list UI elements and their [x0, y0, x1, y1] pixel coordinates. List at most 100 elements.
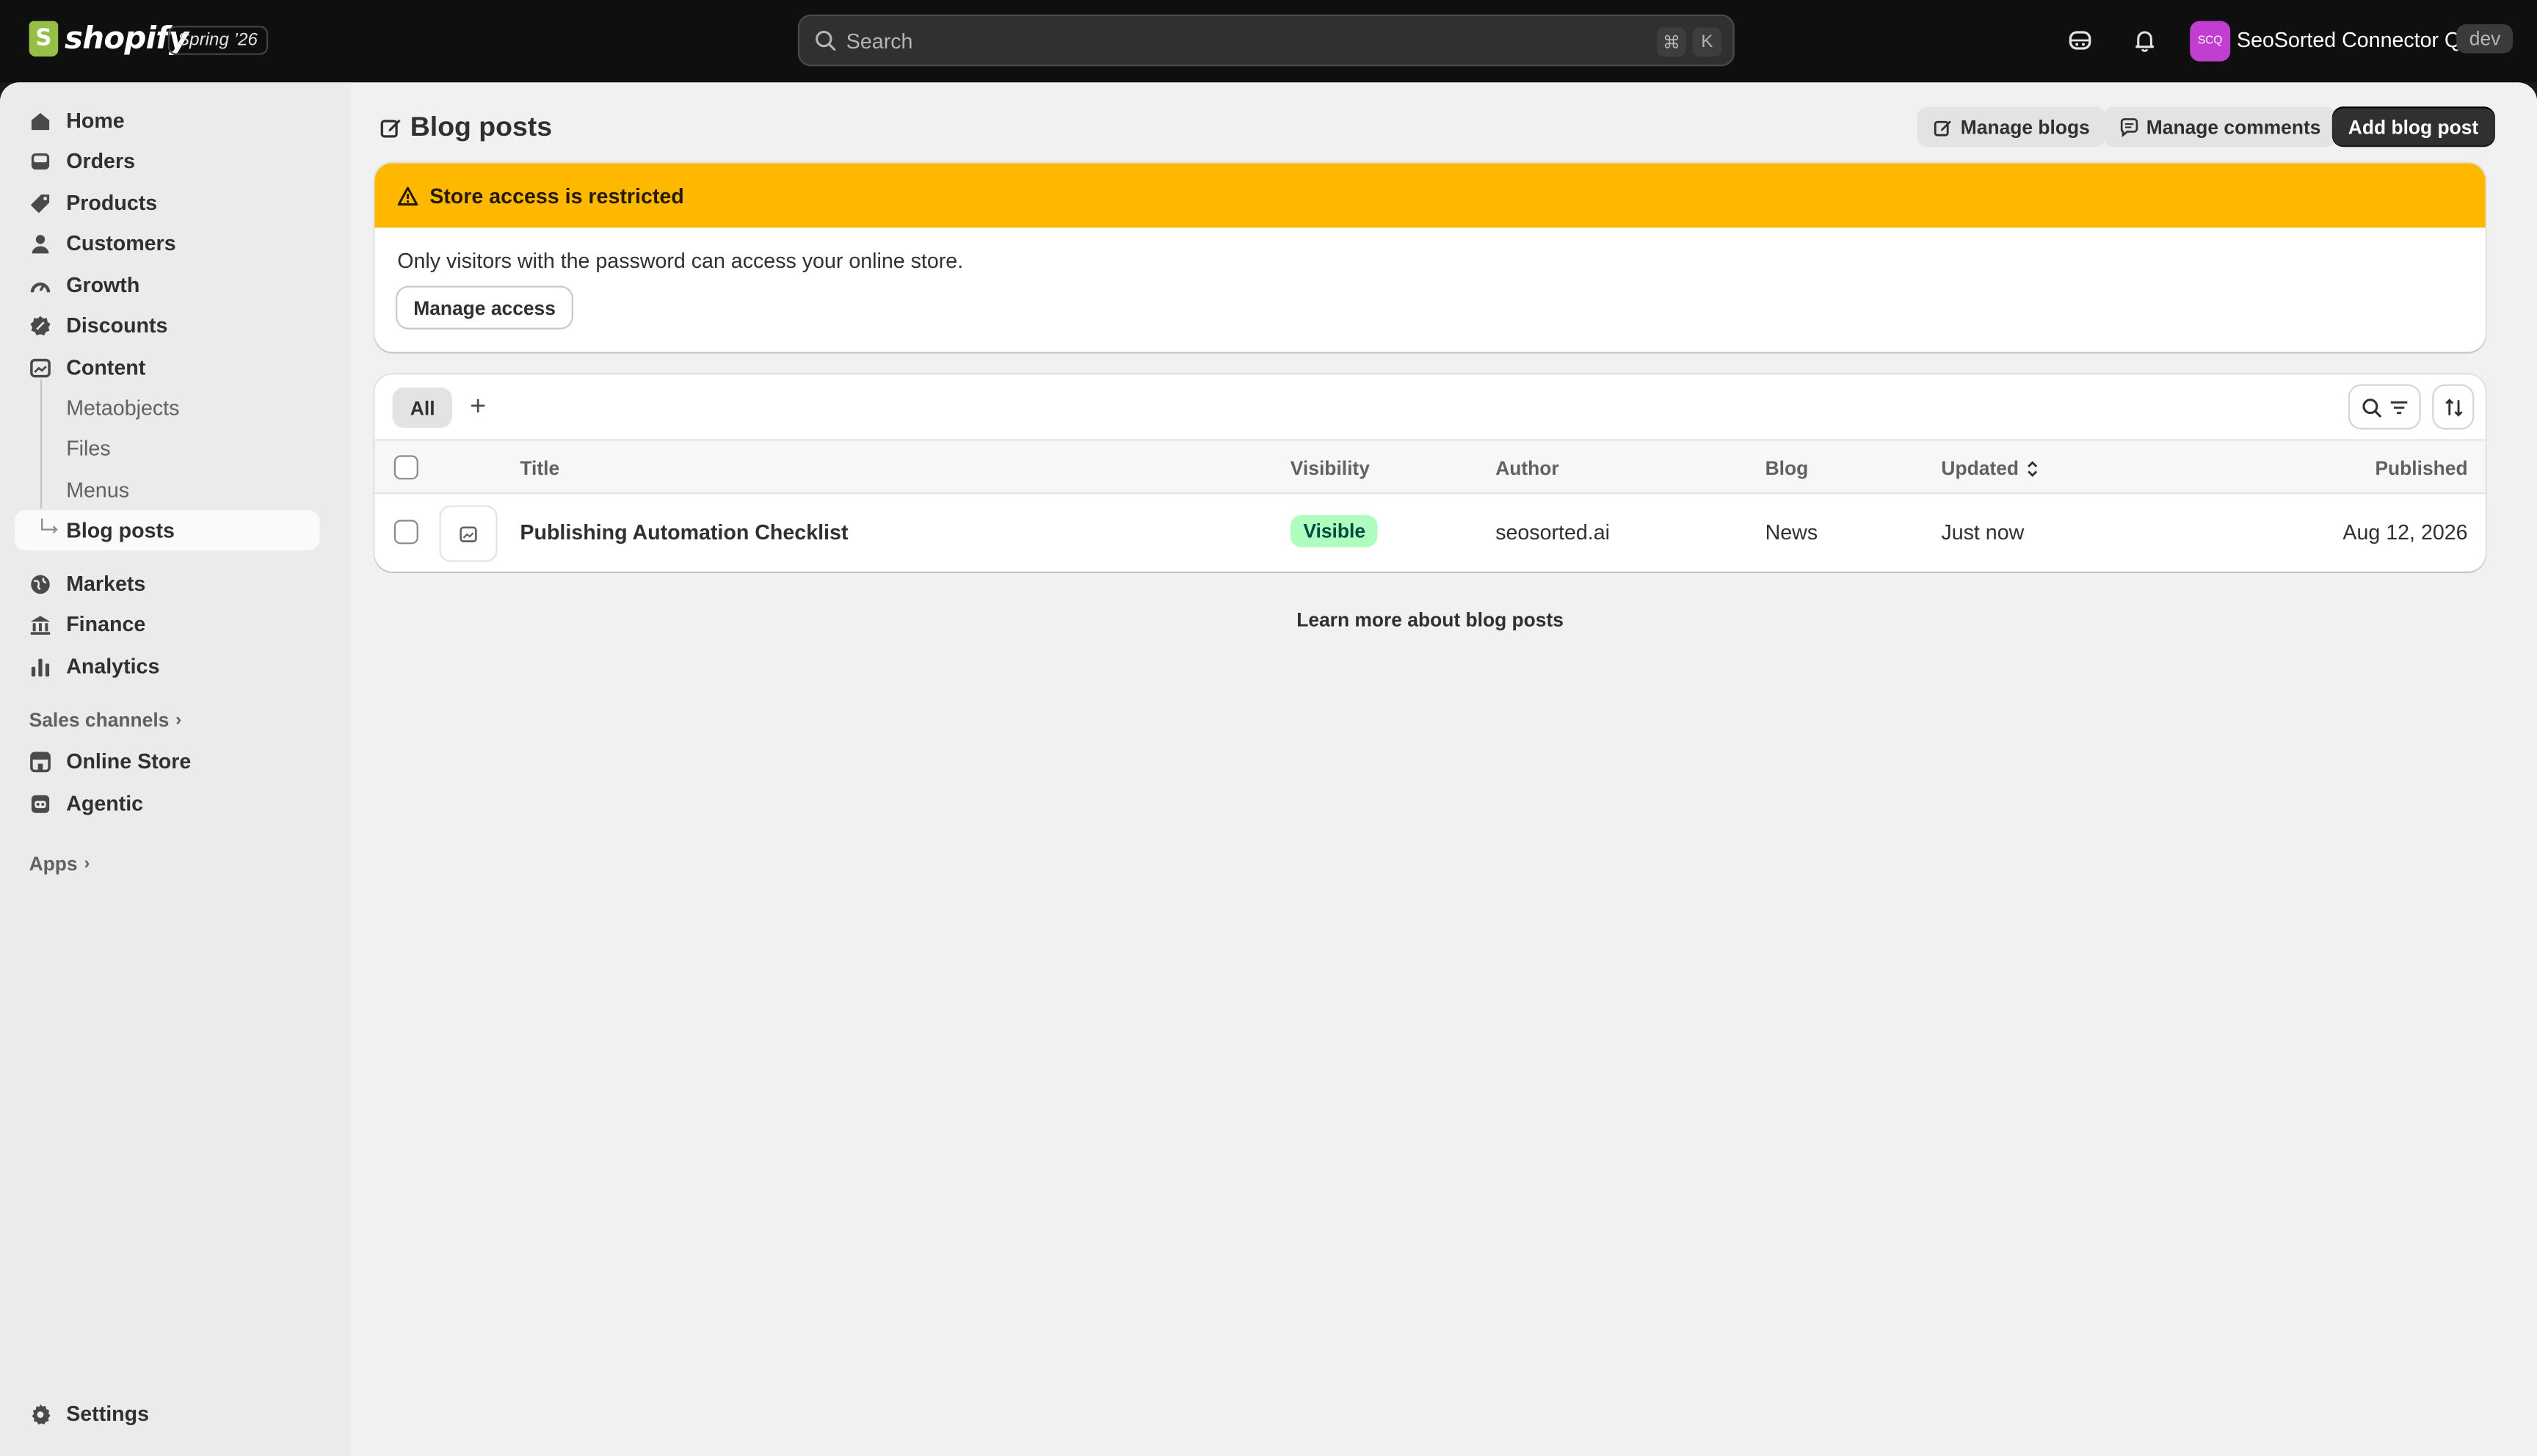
sidebar-item-label: Blog posts	[66, 518, 175, 543]
banner-title: Store access is restricted	[429, 183, 684, 208]
visibility-badge: Visible	[1290, 514, 1379, 547]
top-bar: shopify Spring ’26 Search ⌘ K SCQ SeoSor…	[0, 0, 2537, 83]
row-checkbox[interactable]	[393, 520, 418, 545]
table-row[interactable]: Publishing Automation Checklist Visible …	[374, 494, 2485, 572]
post-thumbnail	[439, 505, 498, 562]
manage-access-button[interactable]: Manage access	[397, 287, 572, 328]
post-title[interactable]: Publishing Automation Checklist	[520, 520, 848, 544]
bar-chart-icon	[29, 655, 52, 677]
tag-icon	[29, 192, 52, 214]
sidebar-item-label: Online Store	[66, 749, 192, 774]
shopify-logo[interactable]: shopify	[29, 21, 189, 57]
manage-comments-label: Manage comments	[2146, 115, 2321, 139]
apps-header[interactable]: Apps ›	[29, 853, 90, 876]
select-all-checkbox[interactable]	[393, 455, 418, 480]
add-view-button[interactable]: +	[465, 390, 491, 423]
sidebar-item-products[interactable]: Products	[15, 183, 320, 223]
sidebar-item-label: Growth	[66, 272, 140, 297]
store-avatar[interactable]: SCQ	[2190, 21, 2231, 62]
store-name[interactable]: SeoSorted Connector QA	[2237, 27, 2475, 51]
sidebar-item-label: Finance	[66, 611, 146, 636]
shortcut-cmd-key: ⌘	[1657, 27, 1686, 57]
learn-more-link[interactable]: Learn more about blog posts	[374, 608, 2485, 631]
table-header: Title Visibility Author Blog Updated Pub…	[374, 440, 2486, 495]
sidebar-item-agentic[interactable]: Agentic	[15, 783, 320, 823]
sidebar-item-discounts[interactable]: Discounts	[15, 305, 320, 346]
sidebar-item-label: Customers	[66, 230, 176, 255]
inbox-icon	[29, 150, 52, 172]
sidebar-item-label: Orders	[66, 148, 136, 173]
page-title: Blog posts	[380, 112, 552, 144]
store-icon	[29, 750, 52, 773]
blog-posts-table-card: All + Title Visibility Author Blog Updat…	[374, 374, 2486, 572]
sidebar-item-customers[interactable]: Customers	[15, 223, 320, 263]
add-blog-post-button[interactable]: Add blog post	[2331, 106, 2495, 148]
sidebar-item-home[interactable]: Home	[15, 100, 320, 140]
sidebar-item-orders[interactable]: Orders	[15, 140, 320, 181]
sidebar-item-growth[interactable]: Growth	[15, 265, 320, 305]
sort-button[interactable]	[2433, 385, 2473, 428]
release-badge[interactable]: Spring ’26	[167, 26, 268, 55]
sidebar-item-analytics[interactable]: Analytics	[15, 646, 320, 686]
compose-icon	[1933, 117, 1952, 136]
manage-blogs-label: Manage blogs	[1960, 115, 2090, 139]
banner-header: Store access is restricted	[374, 163, 2486, 228]
sidebar-item-label: Agentic	[66, 791, 144, 815]
banner-text: Only visitors with the password can acce…	[397, 248, 964, 273]
sidebar-item-label: Markets	[66, 571, 146, 596]
sidebar-item-content[interactable]: Content	[15, 347, 320, 387]
bank-icon	[29, 613, 52, 636]
post-updated: Just now	[1941, 520, 2025, 545]
tab-all[interactable]: All	[392, 387, 453, 428]
bell-icon[interactable]	[2129, 24, 2161, 57]
post-blog: News	[1765, 520, 1818, 545]
home-icon	[29, 109, 52, 132]
sidebar-item-label: Analytics	[66, 654, 160, 678]
sort-icon	[2445, 398, 2462, 416]
image-placeholder-icon	[460, 525, 477, 542]
sales-channels-header[interactable]: Sales channels ›	[29, 709, 182, 732]
column-updated-label: Updated	[1941, 456, 2019, 480]
view-tabs: All +	[374, 374, 2486, 441]
person-icon	[29, 232, 52, 255]
sidebar-item-online-store[interactable]: Online Store	[15, 741, 320, 782]
sidekick-icon[interactable]	[2064, 24, 2097, 57]
search-filter-button[interactable]	[2350, 385, 2420, 428]
tree-branch-icon	[41, 518, 58, 534]
column-published[interactable]: Published	[2375, 457, 2467, 480]
post-published: Aug 12, 2026	[2342, 520, 2468, 545]
sales-channels-label: Sales channels	[29, 708, 170, 732]
sidebar-item-metaobjects[interactable]: Metaobjects	[66, 387, 179, 428]
shortcut-k-key: K	[1692, 27, 1722, 57]
banner-body: Only visitors with the password can acce…	[374, 228, 2485, 349]
sidebar-item-finance[interactable]: Finance	[15, 604, 320, 644]
store-restricted-banner: Store access is restricted Only visitors…	[374, 163, 2486, 352]
column-visibility[interactable]: Visibility	[1291, 457, 1370, 480]
robot-icon	[29, 792, 52, 815]
warning-icon	[397, 186, 418, 205]
column-author[interactable]: Author	[1495, 457, 1559, 480]
sidebar-item-settings[interactable]: Settings	[15, 1394, 320, 1434]
filter-icon	[2389, 400, 2407, 413]
sidebar-item-markets[interactable]: Markets	[15, 564, 320, 604]
manage-comments-button[interactable]: Manage comments	[2102, 106, 2337, 148]
search-icon	[816, 30, 836, 51]
sidebar-item-label: Settings	[66, 1401, 150, 1426]
sidebar-item-files[interactable]: Files	[66, 428, 110, 468]
gauge-icon	[29, 274, 52, 296]
sidebar-item-label: Content	[66, 355, 146, 379]
search-placeholder: Search	[846, 28, 913, 53]
column-updated[interactable]: Updated	[1941, 456, 2039, 480]
search-input[interactable]: Search ⌘ K	[797, 14, 1735, 67]
manage-blogs-button[interactable]: Manage blogs	[1917, 106, 2106, 148]
sidebar: Home Orders Products Customers Growth Di…	[0, 82, 351, 1456]
sidebar-item-blog-posts[interactable]: Blog posts	[14, 510, 320, 551]
globe-icon	[29, 572, 52, 595]
column-blog[interactable]: Blog	[1765, 457, 1809, 480]
sort-arrows-icon	[2028, 460, 2038, 476]
compose-icon	[380, 119, 401, 138]
comment-icon	[2119, 117, 2138, 136]
sidebar-item-label: Discounts	[66, 313, 168, 338]
column-title[interactable]: Title	[520, 457, 559, 480]
sidebar-item-menus[interactable]: Menus	[66, 470, 129, 510]
